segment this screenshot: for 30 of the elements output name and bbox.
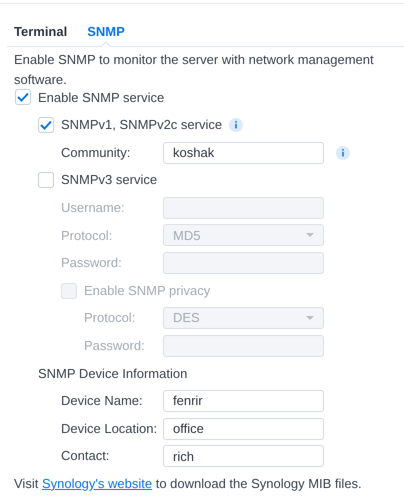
field-label: Protocol: [61,226,114,245]
tab[interactable]: Terminal [14,18,68,46]
checkbox[interactable] [38,172,54,188]
field-label: Contact: [61,447,110,466]
checkbox-label: Enable SNMP privacy [84,282,210,300]
field-label: Password: [84,336,146,355]
footer-text: Visit Synology's website to download the Synology MIB files. [14,474,363,493]
checkbox-label: SNMPv3 service [61,171,158,190]
info-icon[interactable] [336,146,350,160]
checkbox[interactable] [15,89,31,106]
caret-icon [306,232,314,238]
field-label: Device Name: [61,392,144,410]
field-label: Device Location: [61,420,158,438]
checkbox-label: Enable SNMP service [38,88,164,107]
field-label: Protocol: [84,309,136,328]
field-label: Username: [61,199,126,218]
input-field[interactable]: koshak [163,142,324,164]
field-label: Community: [61,144,132,162]
tab[interactable]: SNMP [87,18,125,46]
description-text: Enable SNMP to monitor the server with network management software. [14,56,375,84]
input-field[interactable]: fenrir [163,390,324,412]
field-label: Password: [61,254,123,272]
input-field[interactable]: office [163,418,324,440]
checkbox[interactable] [38,116,54,133]
website-link[interactable]: Synology's website [42,476,152,491]
section-heading: SNMP Device Information [38,364,188,383]
checkbox-label: SNMPv1, SNMPv2c service [61,116,222,134]
input-field[interactable]: rich [163,445,324,468]
info-icon[interactable] [229,118,244,132]
caret-icon [306,316,314,321]
